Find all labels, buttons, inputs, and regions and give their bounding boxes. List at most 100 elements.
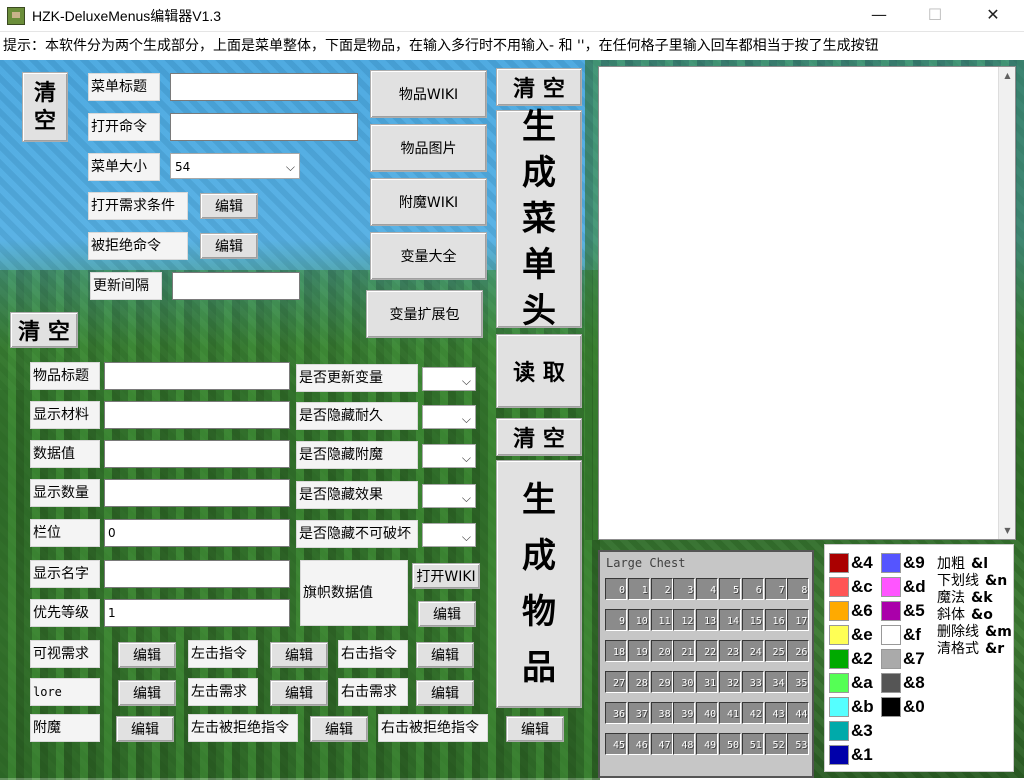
chest-slot[interactable]: 18 [605, 640, 627, 662]
chest-slot[interactable]: 22 [696, 640, 719, 662]
chest-slot[interactable]: 19 [627, 640, 650, 662]
chest-slot[interactable]: 11 [650, 609, 673, 631]
chest-slot[interactable]: 41 [719, 702, 741, 724]
chest-slot[interactable]: 35 [787, 671, 810, 693]
chest-slot[interactable]: 32 [719, 671, 741, 693]
chest-slot[interactable]: 24 [741, 640, 764, 662]
clear-output-button[interactable]: 清 空 [496, 68, 582, 106]
chest-slot[interactable]: 17 [787, 609, 810, 631]
chest-slot[interactable]: 52 [764, 733, 787, 755]
chest-slot[interactable]: 13 [696, 609, 719, 631]
hide-durability-select[interactable]: ⌵ [422, 405, 476, 429]
chest-slot[interactable]: 28 [627, 671, 650, 693]
chest-slot[interactable]: 5 [719, 578, 741, 600]
chest-slot[interactable]: 34 [764, 671, 787, 693]
priority-input[interactable]: 1 [104, 599, 290, 627]
chest-slot[interactable]: 30 [673, 671, 696, 693]
open-wiki-button[interactable]: 打开WIKI [412, 563, 480, 589]
right-click-requirement-edit-button[interactable]: 编辑 [416, 680, 474, 706]
scroll-up-icon[interactable]: ▲ [999, 67, 1016, 84]
menu-clear-button[interactable]: 清 空 [22, 72, 68, 142]
chest-slot[interactable]: 33 [741, 671, 764, 693]
left-click-deny-command-edit-button[interactable]: 编辑 [310, 716, 368, 742]
chest-slot[interactable]: 25 [764, 640, 787, 662]
minimize-button[interactable]: — [856, 0, 902, 32]
chest-slot[interactable]: 23 [719, 640, 741, 662]
chest-slot[interactable]: 10 [627, 609, 650, 631]
chest-slot[interactable]: 36 [605, 702, 627, 724]
read-button[interactable]: 读 取 [496, 334, 582, 408]
chest-slot[interactable]: 38 [650, 702, 673, 724]
view-requirement-edit-button[interactable]: 编辑 [118, 642, 176, 668]
chest-slot[interactable]: 45 [605, 733, 627, 755]
chest-slot[interactable]: 43 [764, 702, 787, 724]
update-placeholders-select[interactable]: ⌵ [422, 367, 476, 391]
clear-item-output-button[interactable]: 清 空 [496, 418, 582, 456]
enchant-wiki-button[interactable]: 附魔WIKI [370, 178, 487, 226]
item-title-input[interactable] [104, 362, 290, 390]
lore-edit-button[interactable]: 编辑 [118, 680, 176, 706]
chest-slot[interactable]: 9 [605, 609, 627, 631]
chest-slot[interactable]: 51 [741, 733, 764, 755]
output-textarea[interactable]: ▲ ▼ [598, 66, 1016, 540]
deny-command-edit-button[interactable]: 编辑 [200, 233, 258, 259]
chest-slot[interactable]: 4 [696, 578, 719, 600]
chest-slot[interactable]: 1 [627, 578, 650, 600]
chest-slot[interactable]: 21 [673, 640, 696, 662]
chest-slot[interactable]: 29 [650, 671, 673, 693]
display-material-input[interactable] [104, 401, 290, 429]
chest-slot[interactable]: 26 [787, 640, 810, 662]
chest-slot[interactable]: 3 [673, 578, 696, 600]
menu-title-input[interactable] [170, 73, 358, 101]
hide-enchants-select[interactable]: ⌵ [422, 444, 476, 468]
scroll-down-icon[interactable]: ▼ [999, 522, 1016, 539]
left-click-requirement-edit-button[interactable]: 编辑 [270, 680, 328, 706]
enchant-edit-button[interactable]: 编辑 [116, 716, 174, 742]
hide-effects-select[interactable]: ⌵ [422, 484, 476, 508]
maximize-button[interactable]: ☐ [912, 0, 958, 32]
data-value-input[interactable] [104, 440, 290, 468]
chest-slot[interactable]: 0 [605, 578, 627, 600]
chest-slot[interactable]: 6 [741, 578, 764, 600]
chest-slot[interactable]: 50 [719, 733, 741, 755]
generate-menu-header-button[interactable]: 生 成 菜 单 头 [496, 107, 582, 331]
chest-slot[interactable]: 42 [741, 702, 764, 724]
chest-slot[interactable]: 12 [673, 609, 696, 631]
open-requirement-edit-button[interactable]: 编辑 [200, 193, 258, 219]
item-clear-button[interactable]: 清 空 [10, 312, 78, 348]
left-click-command-edit-button[interactable]: 编辑 [270, 642, 328, 668]
item-wiki-button[interactable]: 物品WIKI [370, 70, 487, 118]
chest-slot[interactable]: 37 [627, 702, 650, 724]
chest-slot[interactable]: 14 [719, 609, 741, 631]
generate-item-button[interactable]: 生 成 物 品 [496, 460, 582, 708]
right-click-deny-command-edit-button[interactable]: 编辑 [506, 716, 564, 742]
close-button[interactable]: ✕ [970, 0, 1016, 32]
chest-slot[interactable]: 46 [627, 733, 650, 755]
slot-input[interactable]: 0 [104, 519, 290, 547]
open-command-input[interactable] [170, 113, 358, 141]
chest-slot[interactable]: 49 [696, 733, 719, 755]
vertical-scrollbar[interactable]: ▲ ▼ [998, 67, 1015, 539]
right-click-command-edit-button[interactable]: 编辑 [416, 642, 474, 668]
chest-slot[interactable]: 39 [673, 702, 696, 724]
chest-slot[interactable]: 44 [787, 702, 810, 724]
chest-slot[interactable]: 31 [696, 671, 719, 693]
chest-slot[interactable]: 48 [673, 733, 696, 755]
chest-slot[interactable]: 7 [764, 578, 787, 600]
chest-slot[interactable]: 47 [650, 733, 673, 755]
hide-unbreakable-select[interactable]: ⌵ [422, 523, 476, 547]
chest-slot[interactable]: 2 [650, 578, 673, 600]
chest-slot[interactable]: 15 [741, 609, 764, 631]
display-amount-input[interactable] [104, 479, 290, 507]
chest-slot[interactable]: 8 [787, 578, 810, 600]
chest-slot[interactable]: 40 [696, 702, 719, 724]
item-images-button[interactable]: 物品图片 [370, 124, 487, 172]
chest-slot[interactable]: 27 [605, 671, 627, 693]
update-interval-input[interactable] [172, 272, 300, 300]
variable-expansion-button[interactable]: 变量扩展包 [366, 290, 483, 338]
banner-edit-button[interactable]: 编辑 [418, 601, 476, 627]
menu-size-select[interactable]: 54 ⌵ [170, 153, 300, 179]
chest-slot[interactable]: 53 [787, 733, 810, 755]
variables-button[interactable]: 变量大全 [370, 232, 487, 280]
display-name-input[interactable] [104, 560, 290, 588]
